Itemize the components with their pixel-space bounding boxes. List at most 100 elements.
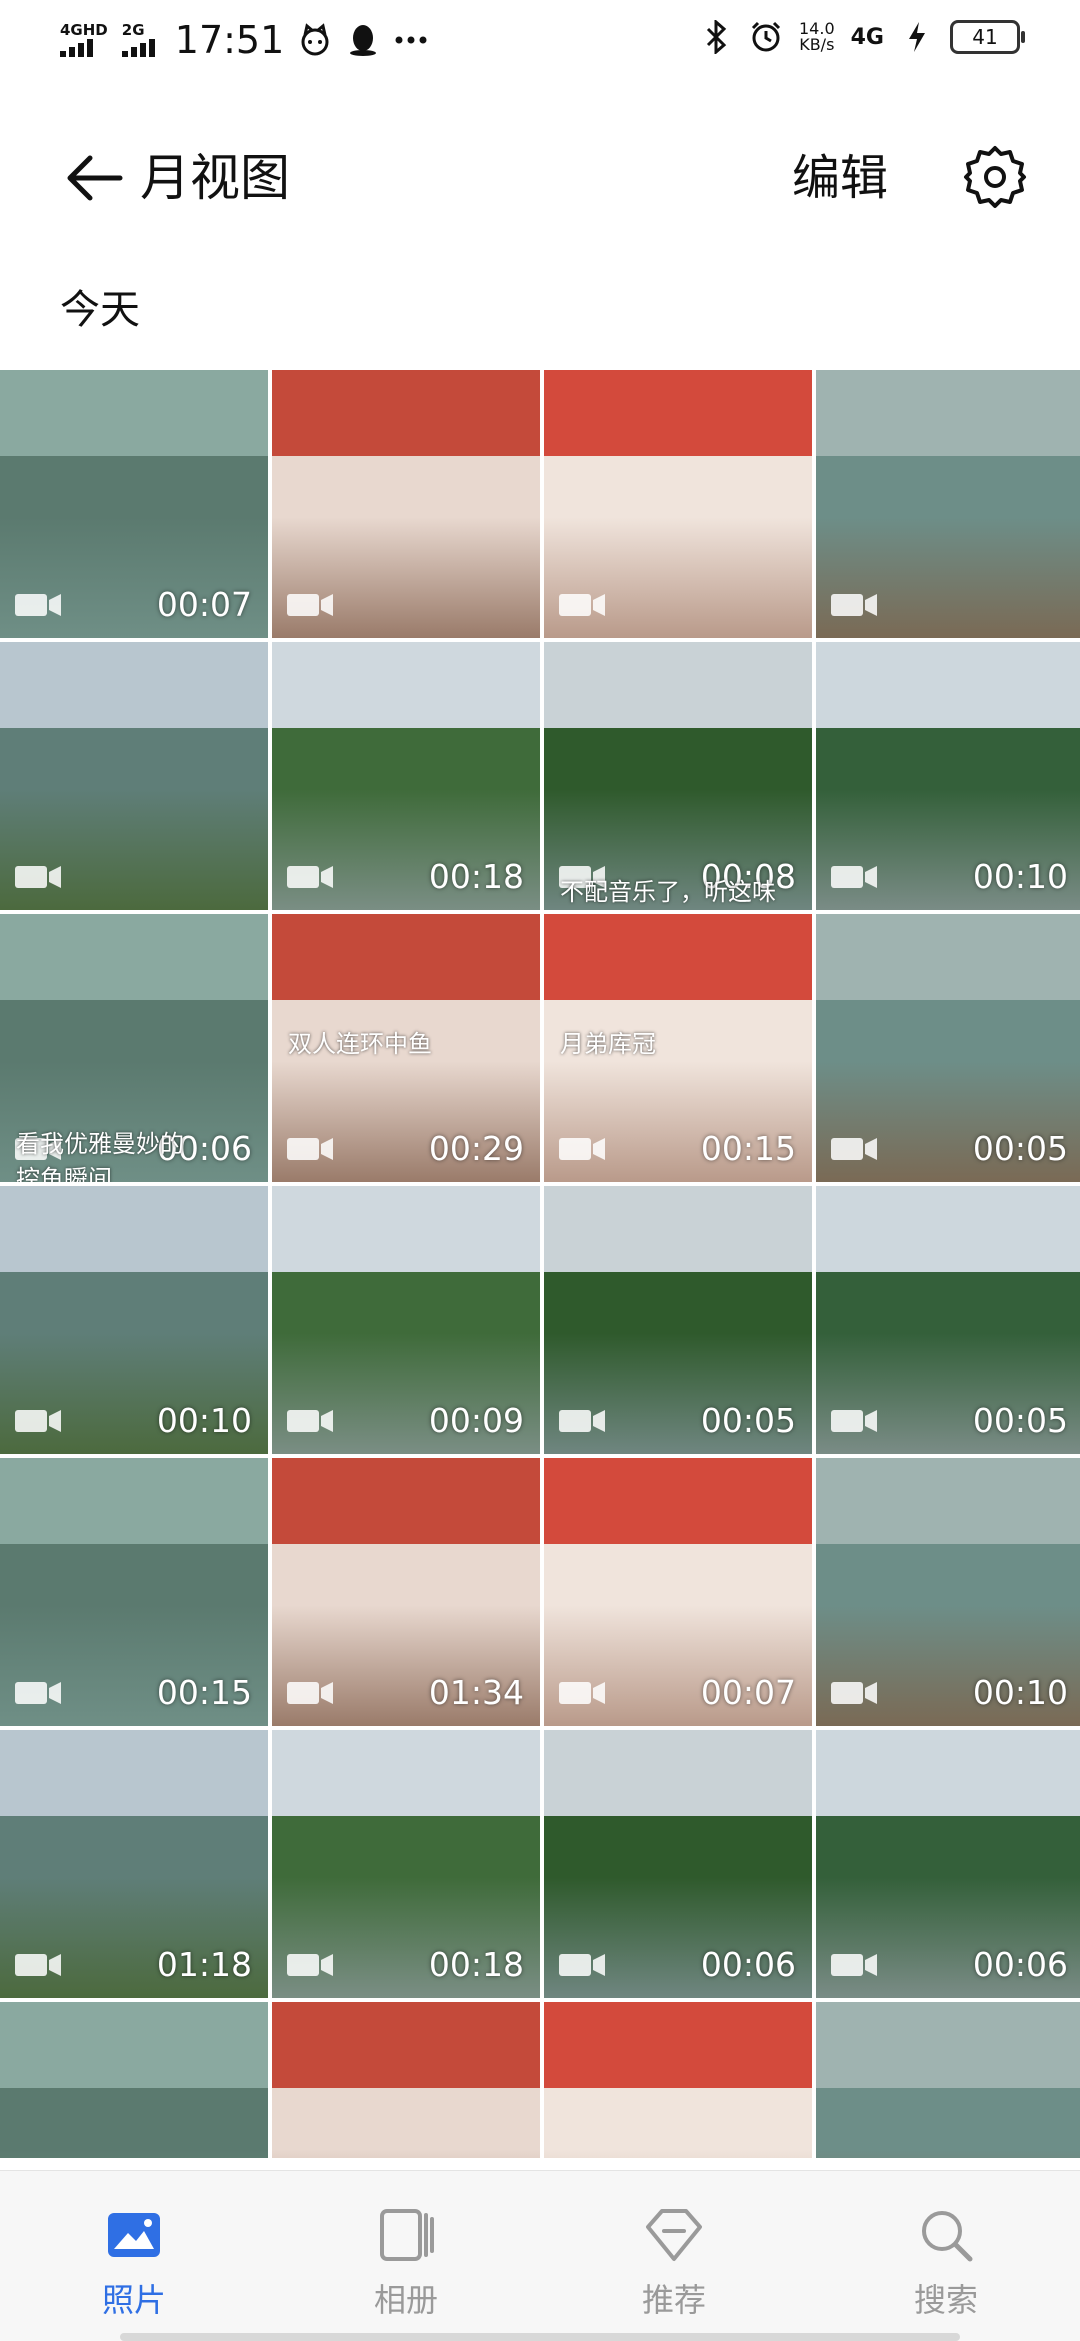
bluetooth-icon [699, 20, 733, 54]
battery-level: 41 [972, 25, 998, 49]
recommend-icon [642, 2203, 706, 2267]
video-camera-icon [15, 1954, 61, 1976]
network-label-2: 2G [121, 21, 145, 39]
video-duration: 00:15 [700, 1129, 796, 1168]
video-camera-icon [15, 594, 61, 616]
video-thumbnail[interactable] [816, 370, 1080, 638]
edit-button[interactable]: 编辑 [792, 146, 888, 210]
more-dots-icon [394, 23, 428, 57]
bottom-nav: 照片 相册 推荐 搜索 [0, 2170, 1080, 2341]
video-thumbnail[interactable] [544, 370, 812, 638]
video-thumbnail[interactable]: 00:10 [816, 1458, 1080, 1726]
video-thumbnail[interactable]: 00:18 [272, 1730, 540, 1998]
video-camera-icon [15, 1410, 61, 1432]
status-bar: 4GHD 2G 17:51 14.0 KB/s 4G 41 [0, 0, 1080, 84]
video-camera-icon [831, 1138, 877, 1160]
video-camera-icon [559, 1138, 605, 1160]
video-thumbnail[interactable]: 00:07 [816, 2002, 1080, 2158]
video-camera-icon [831, 1410, 877, 1432]
gear-icon [964, 146, 1026, 208]
nav-label-albums: 相册 [373, 2281, 438, 2319]
video-thumbnail[interactable]: 00:15 月弟库冠 [544, 914, 812, 1182]
nav-tab-albums[interactable]: 相册 [336, 2203, 476, 2321]
nav-tab-recommend[interactable]: 推荐 [604, 2203, 744, 2321]
date-section-label: 今天 [60, 287, 140, 333]
video-caption-overlay: 月弟库冠 [560, 1030, 656, 1058]
network-label-1: 4GHD [60, 21, 108, 39]
video-camera-icon [287, 866, 333, 888]
signal-1: 4GHD [60, 23, 108, 57]
video-duration: 00:15 [156, 1673, 252, 1712]
app-header: 月视图 编辑 [0, 120, 1080, 238]
video-thumbnail[interactable]: 00:05 [544, 1186, 812, 1454]
video-thumbnail[interactable]: 01:34 [272, 1458, 540, 1726]
media-grid: 00:07 00:18 00:08 不配音乐了，听这味 00:10 00:06 看我优雅曼妙… [0, 370, 1080, 2158]
video-duration: 00:10 [972, 1673, 1068, 1712]
video-duration: 00:05 [972, 1129, 1068, 1168]
video-thumbnail[interactable] [272, 370, 540, 638]
video-duration: 00:18 [428, 1945, 524, 1984]
video-camera-icon [287, 1138, 333, 1160]
video-camera-icon [559, 594, 605, 616]
video-thumbnail[interactable] [0, 642, 268, 910]
video-camera-icon [831, 1954, 877, 1976]
alarm-icon [749, 20, 783, 54]
photos-icon [102, 2203, 166, 2267]
video-thumbnail[interactable]: 00:07 [0, 370, 268, 638]
video-thumbnail[interactable]: 01:18 [0, 1730, 268, 1998]
video-thumbnail[interactable]: 00:15 [0, 1458, 268, 1726]
video-duration: 01:18 [156, 1945, 252, 1984]
video-duration: 00:07 [156, 585, 252, 624]
video-thumbnail[interactable]: 00:16 [272, 2002, 540, 2158]
video-caption-overlay: 双人连环中鱼 [288, 1030, 432, 1058]
qq-penguin-icon [346, 23, 380, 57]
video-thumbnail[interactable]: 00:07 [544, 1458, 812, 1726]
video-duration: 00:05 [972, 1401, 1068, 1440]
video-thumbnail[interactable]: 00:05 [816, 914, 1080, 1182]
video-camera-icon [831, 866, 877, 888]
back-button[interactable] [62, 146, 126, 210]
video-duration: 01:34 [428, 1673, 524, 1712]
video-thumbnail[interactable]: 00:09 [272, 1186, 540, 1454]
nav-label-recommend: 推荐 [641, 2281, 706, 2319]
video-camera-icon [831, 1682, 877, 1704]
video-camera-icon [287, 1954, 333, 1976]
video-thumbnail[interactable]: 00:06 看我优雅曼妙的 控鱼瞬间 [0, 914, 268, 1182]
nav-label-photos: 照片 [101, 2281, 166, 2319]
cat-icon [298, 23, 332, 57]
video-duration: 00:29 [428, 1129, 524, 1168]
video-duration: 00:07 [700, 1673, 796, 1712]
video-duration: 00:18 [428, 857, 524, 896]
video-thumbnail[interactable]: 00:08 不配音乐了，听这味 [544, 642, 812, 910]
settings-button[interactable] [962, 144, 1028, 210]
video-thumbnail[interactable]: 00:06 [544, 1730, 812, 1998]
nav-tab-photos[interactable]: 照片 [64, 2203, 204, 2321]
status-right: 14.0 KB/s 4G 41 [699, 20, 1025, 54]
video-thumbnail[interactable]: 00:18 [272, 642, 540, 910]
video-thumbnail[interactable]: 00:16 [0, 2002, 268, 2158]
video-duration: 00:10 [156, 1401, 252, 1440]
video-thumbnail[interactable]: 00:06 [816, 1730, 1080, 1998]
status-left: 4GHD 2G 17:51 [60, 18, 428, 62]
video-duration: 00:09 [428, 1401, 524, 1440]
video-thumbnail[interactable]: 00:10 [0, 1186, 268, 1454]
video-thumbnail[interactable]: 00:05 [816, 1186, 1080, 1454]
albums-icon [374, 2203, 438, 2267]
back-arrow-icon [67, 155, 123, 201]
video-camera-icon [15, 866, 61, 888]
battery-indicator: 41 [950, 20, 1025, 54]
nav-tab-search[interactable]: 搜索 [876, 2203, 1016, 2321]
video-thumbnail[interactable]: 00:09燃爆了 [544, 2002, 812, 2158]
video-camera-icon [287, 1682, 333, 1704]
video-camera-icon [287, 594, 333, 616]
network-speed: 14.0 KB/s [799, 21, 835, 53]
signal-2: 2G [121, 21, 155, 57]
video-camera-icon [831, 594, 877, 616]
video-camera-icon [287, 1410, 333, 1432]
video-thumbnail[interactable]: 00:10 [816, 642, 1080, 910]
search-icon [914, 2203, 978, 2267]
video-thumbnail[interactable]: 00:29 双人连环中鱼 [272, 914, 540, 1182]
network-type: 4G [850, 24, 884, 50]
signal-bars-icon [60, 39, 93, 57]
video-camera-icon [559, 1410, 605, 1432]
